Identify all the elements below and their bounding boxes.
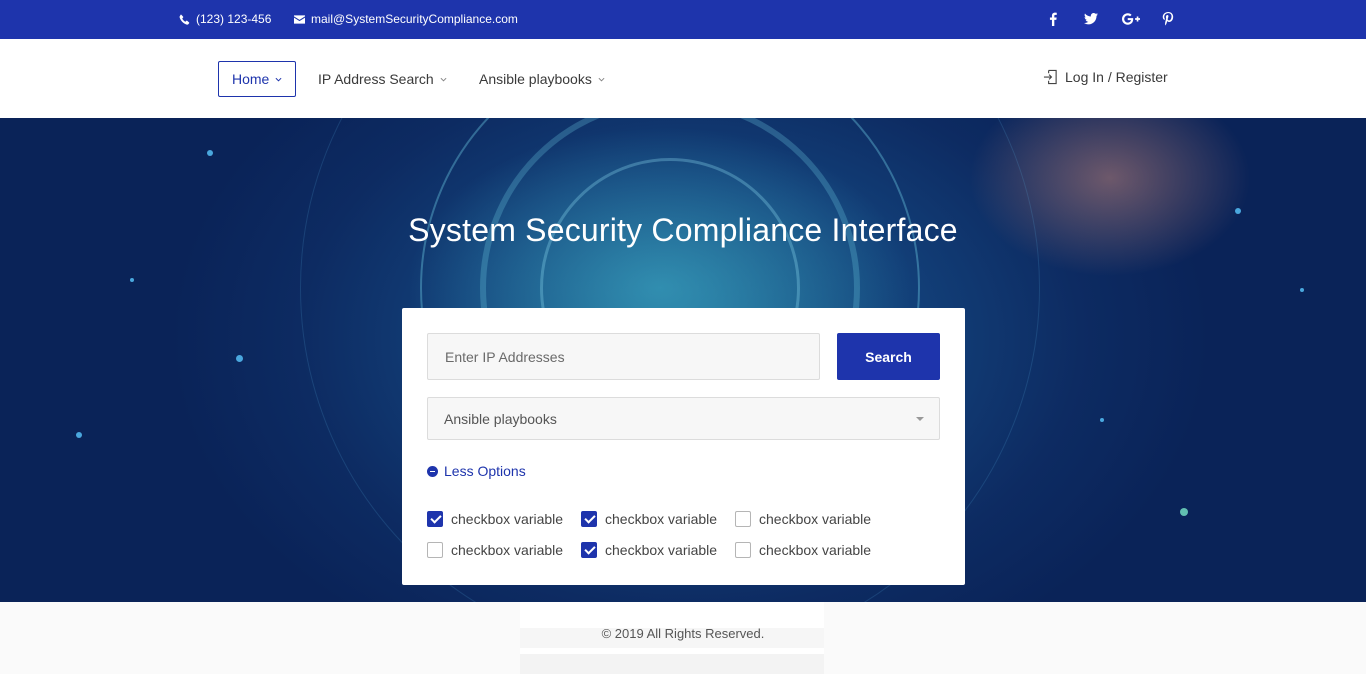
chevron-down-icon (275, 77, 282, 82)
hero-decoration (130, 278, 134, 282)
caret-down-icon (916, 417, 924, 421)
nav-item-home[interactable]: Home (218, 61, 297, 97)
checkbox[interactable] (735, 511, 751, 527)
hero-title: System Security Compliance Interface (408, 212, 958, 248)
envelope-icon (294, 14, 305, 24)
checkbox[interactable] (581, 542, 597, 558)
checkbox-label: checkbox variable (451, 542, 564, 558)
less-options-toggle[interactable]: Less Options (427, 463, 526, 479)
select-value: Ansible playbooks (444, 410, 557, 427)
nav-item-label: Ansible playbooks (479, 71, 592, 87)
checkbox-option[interactable]: checkbox variable (735, 542, 871, 558)
hero-decoration (1100, 418, 1104, 422)
checkbox-option[interactable]: checkbox variable (581, 511, 717, 527)
search-card: Search Ansible playbooks Less Options ch… (402, 308, 965, 585)
minus-circle-icon (427, 465, 438, 477)
hero-decoration (236, 355, 243, 362)
pinterest-icon[interactable] (1160, 11, 1176, 27)
login-register-link[interactable]: Log In / Register (1043, 69, 1168, 85)
checkbox[interactable] (427, 542, 443, 558)
hero-decoration (76, 432, 82, 438)
login-register-label: Log In / Register (1065, 69, 1168, 85)
phone-number: (123) 123-456 (196, 12, 272, 26)
chevron-down-icon (598, 77, 605, 82)
checkbox-option[interactable]: checkbox variable (581, 542, 717, 558)
checkbox-option[interactable]: checkbox variable (427, 511, 563, 527)
search-button[interactable]: Search (837, 333, 940, 380)
hero-banner: System Security Compliance Interface Sea… (0, 118, 1366, 602)
checkbox-option[interactable]: checkbox variable (735, 511, 871, 527)
ansible-playbooks-select[interactable]: Ansible playbooks (427, 397, 940, 440)
google-plus-icon[interactable] (1121, 11, 1141, 27)
chevron-down-icon (440, 77, 447, 82)
checkbox-label: checkbox variable (451, 511, 564, 527)
top-bar: (123) 123-456 mail@SystemSecurityComplia… (0, 0, 1366, 39)
twitter-icon[interactable] (1083, 11, 1099, 27)
phone-contact[interactable]: (123) 123-456 (179, 12, 271, 26)
email-address: mail@SystemSecurityCompliance.com (311, 12, 518, 26)
nav-item-label: IP Address Search (318, 71, 434, 87)
nav-item-label: Home (232, 71, 270, 87)
checkbox-label: checkbox variable (759, 542, 872, 558)
main-navbar: Home IP Address Search Ansible playbooks… (0, 39, 1366, 118)
checkbox[interactable] (581, 511, 597, 527)
email-contact[interactable]: mail@SystemSecurityCompliance.com (294, 12, 518, 26)
phone-icon (179, 14, 190, 25)
checkbox-label: checkbox variable (605, 511, 718, 527)
checkbox-option[interactable]: checkbox variable (427, 542, 563, 558)
hero-decoration (1180, 508, 1188, 516)
checkbox[interactable] (735, 542, 751, 558)
facebook-icon[interactable] (1045, 11, 1061, 27)
hero-decoration (1300, 288, 1304, 292)
checkbox[interactable] (427, 511, 443, 527)
sign-in-icon (1043, 69, 1057, 85)
ip-address-input[interactable] (427, 333, 820, 380)
nav-item-ansible-playbooks[interactable]: Ansible playbooks (479, 61, 605, 97)
hero-decoration (207, 150, 213, 156)
checkbox-label: checkbox variable (759, 511, 872, 527)
footer: © 2019 All Rights Reserved. (0, 602, 1366, 674)
checkbox-label: checkbox variable (605, 542, 718, 558)
copyright-text: © 2019 All Rights Reserved. (601, 626, 765, 641)
nav-item-ip-address-search[interactable]: IP Address Search (318, 61, 447, 97)
less-options-label: Less Options (444, 463, 526, 479)
